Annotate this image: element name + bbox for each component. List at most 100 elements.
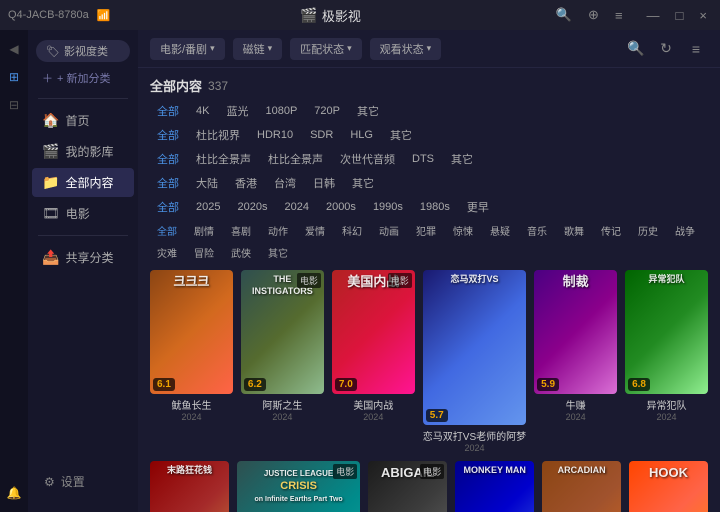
tag-label: 影视度类 [64, 43, 108, 59]
filter-bluray[interactable]: 蓝光 [219, 101, 255, 121]
filter-hongkong[interactable]: 香港 [228, 173, 264, 193]
filter-dolby-vision[interactable]: 杜比视界 [189, 125, 247, 145]
filter-magnet[interactable]: 磁链 ▾ [233, 38, 283, 60]
filter-1990s[interactable]: 1990s [366, 199, 410, 215]
filter-thriller[interactable]: 惊悚 [446, 221, 480, 240]
filter-biography[interactable]: 传记 [594, 221, 628, 240]
filter-2024[interactable]: 2024 [277, 199, 315, 215]
filter-dolby-atmos[interactable]: 杜比全景声 [189, 149, 258, 169]
filter-sdr[interactable]: SDR [303, 127, 340, 143]
category-tag-btn[interactable]: 🏷 影视度类 [36, 40, 130, 62]
filter-movie-type[interactable]: 电影/番剧 ▾ [150, 38, 225, 60]
filter-audio-other[interactable]: 其它 [444, 149, 480, 169]
filter-comedy[interactable]: 喜剧 [224, 221, 258, 240]
icon-bar-network[interactable]: 🔔 [3, 482, 25, 504]
filter-action[interactable]: 动作 [261, 221, 295, 240]
movie-card-5[interactable]: 制裁 5.9 牛赚 2024 [534, 270, 617, 453]
movie-card-monkeyman[interactable]: MONKEY MAN 6.8 沸火女猎手 2024 [455, 461, 534, 512]
movie-card-hook[interactable]: HOOK 8.6 世外孤魂 2024 [629, 461, 708, 512]
filter-dts[interactable]: DTS [405, 151, 441, 167]
movie-year-3: 2024 [332, 412, 415, 422]
sidebar-item-library[interactable]: 🎬 我的影库 [32, 137, 134, 166]
filter-all-year[interactable]: 全部 [150, 197, 186, 217]
filter-japan-korea[interactable]: 日韩 [306, 173, 342, 193]
filter-disaster[interactable]: 灾难 [150, 243, 184, 262]
filter-all-hdr[interactable]: 全部 [150, 125, 186, 145]
add-icon-title[interactable]: ⊕ [583, 5, 604, 25]
sidebar-item-shared[interactable]: 📤 共享分类 [32, 243, 134, 272]
movie-card-crisis[interactable]: JUSTICE LEAGUECRISISon Infinite Earths P… [237, 461, 360, 512]
movie-year-2: 2024 [241, 412, 324, 422]
movie-poster-1: 크크크 6.1 [150, 270, 233, 394]
filter-row-year: 全部 2025 2020s 2024 2000s 1990s 1980s 更早 [150, 197, 708, 217]
filter-all-genre[interactable]: 全部 [150, 221, 184, 240]
icon-bar-library[interactable]: ⊞ [3, 66, 25, 88]
movie-poster-7: 末路狂花钱 5.3 [150, 461, 229, 512]
filter-720p[interactable]: 720P [307, 103, 347, 119]
refresh-button[interactable]: ↻ [654, 37, 678, 61]
search-icon-title[interactable]: 🔍 [551, 5, 577, 25]
filter-genre-other[interactable]: 其它 [261, 243, 295, 262]
sidebar-item-movie[interactable]: 🎞 电影 [32, 199, 134, 228]
filter-taiwan[interactable]: 台湾 [267, 173, 303, 193]
filter-all-resolution[interactable]: 全部 [150, 101, 186, 121]
filter-row-audio: 全部 杜比全景声 杜比全景声 次世代音频 DTS 其它 [150, 149, 708, 169]
filter-history[interactable]: 历史 [631, 221, 665, 240]
all-icon: 📁 [42, 174, 59, 191]
movie-tag-crisis: 电影 [333, 464, 357, 479]
filter-hdr10[interactable]: HDR10 [250, 127, 300, 143]
filter-2025[interactable]: 2025 [189, 199, 227, 215]
filter-scifi[interactable]: 科幻 [335, 221, 369, 240]
icon-bar-back[interactable]: ◀ [3, 38, 25, 60]
icon-bar-grid[interactable]: ⊟ [3, 94, 25, 116]
sidebar-item-home[interactable]: 🏠 首页 [32, 106, 134, 135]
movie-card-3[interactable]: 美国内战 7.0 电影 美国内战 2024 [332, 270, 415, 453]
filter-hlg[interactable]: HLG [343, 127, 380, 143]
filter-hdr-other[interactable]: 其它 [383, 125, 419, 145]
movie-poster-crisis: JUSTICE LEAGUECRISISon Infinite Earths P… [237, 461, 360, 512]
close-button[interactable]: × [694, 6, 712, 25]
filter-romance[interactable]: 爱情 [298, 221, 332, 240]
movie-card-6[interactable]: 异常犯队 6.8 异常犯队 2024 [625, 270, 708, 453]
filter-dolby-atmos2[interactable]: 杜比全景声 [261, 149, 330, 169]
filter-dance[interactable]: 歌舞 [557, 221, 591, 240]
filter-2000s[interactable]: 2000s [319, 199, 363, 215]
movie-card-abigail[interactable]: ABIGAIL 6.6 电影 嗜血孤儿 2024 [368, 461, 447, 512]
filter-watch-status[interactable]: 观看状态 ▾ [370, 38, 442, 60]
filter-4k[interactable]: 4K [189, 103, 216, 119]
sidebar-item-all[interactable]: 📁 全部内容 [32, 168, 134, 197]
filter-animation[interactable]: 动画 [372, 221, 406, 240]
view-options-button[interactable]: ≡ [684, 37, 708, 61]
search-button[interactable]: 🔍 [624, 37, 648, 61]
movie-card-arcadian[interactable]: ARCADIAN 5.5 异界追踪 2024 [542, 461, 621, 512]
filter-1980s[interactable]: 1980s [413, 199, 457, 215]
filter-mainland[interactable]: 大陆 [189, 173, 225, 193]
filter-wuxia[interactable]: 武侠 [224, 243, 258, 262]
filter-region-other[interactable]: 其它 [345, 173, 381, 193]
movie-card-7[interactable]: 末路狂花钱 5.3 末路狂花钱 2024 [150, 461, 229, 512]
menu-icon-title[interactable]: ≡ [610, 6, 628, 25]
movie-card-4[interactable]: 恋马双打VS 5.7 恋马双打VS老师的阿梦 2024 [423, 270, 526, 453]
settings-btn[interactable]: ⚙ 设置 [36, 467, 130, 496]
filter-res-other[interactable]: 其它 [350, 101, 386, 121]
filter-earlier[interactable]: 更早 [460, 197, 496, 217]
minimize-button[interactable]: — [642, 6, 665, 25]
filter-music[interactable]: 音乐 [520, 221, 554, 240]
filter-drama[interactable]: 剧情 [187, 221, 221, 240]
movie-card-2[interactable]: THE INSTIGATORS 6.2 电影 阿斯之生 2024 [241, 270, 324, 453]
filter-nextgen-audio[interactable]: 次世代音频 [333, 149, 402, 169]
filter-war[interactable]: 战争 [668, 221, 702, 240]
filter-adventure[interactable]: 冒险 [187, 243, 221, 262]
maximize-button[interactable]: □ [671, 6, 689, 25]
filter-1080p[interactable]: 1080P [258, 103, 304, 119]
filter-mystery[interactable]: 悬疑 [483, 221, 517, 240]
filter-crime[interactable]: 犯罪 [409, 221, 443, 240]
poster-text-hook: HOOK [629, 461, 708, 486]
movie-title-5: 牛赚 [534, 397, 617, 412]
add-category-btn[interactable]: ＋ + 新加分类 [32, 66, 134, 90]
movie-card-1[interactable]: 크크크 6.1 鱿鱼长生 2024 [150, 270, 233, 453]
filter-all-region[interactable]: 全部 [150, 173, 186, 193]
filter-match-status[interactable]: 匹配状态 ▾ [290, 38, 362, 60]
filter-all-audio[interactable]: 全部 [150, 149, 186, 169]
filter-2020s[interactable]: 2020s [230, 199, 274, 215]
